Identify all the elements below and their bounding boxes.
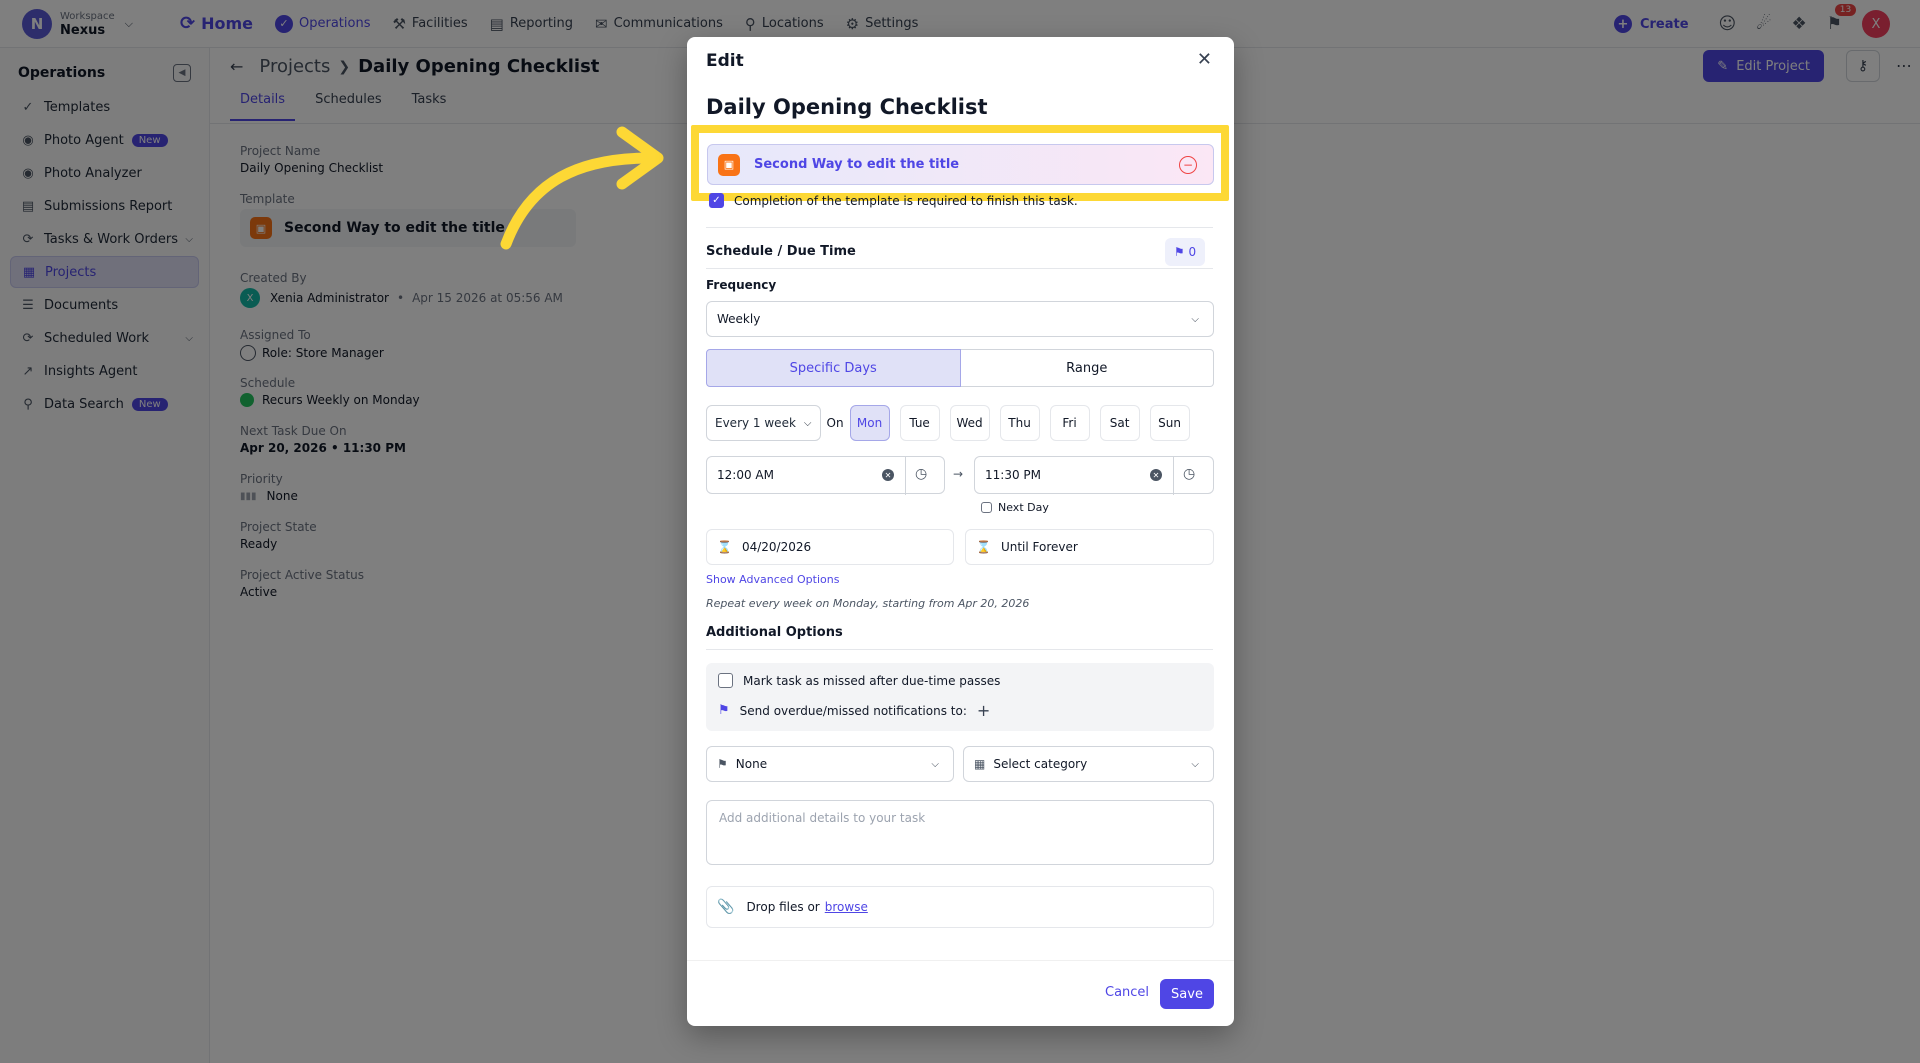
grid-icon: ▦: [974, 757, 986, 771]
paperclip-icon: 📎: [717, 899, 735, 915]
chevron-down-icon: ⌵: [931, 758, 939, 770]
every-week-select[interactable]: Every 1 week ⌵: [706, 405, 821, 441]
hourglass-icon: ⌛: [717, 540, 732, 554]
range-button[interactable]: Range: [960, 349, 1214, 387]
clear-icon[interactable]: ✕: [1150, 469, 1162, 481]
show-advanced-options-link[interactable]: Show Advanced Options: [706, 573, 839, 586]
end-time-input[interactable]: 11:30 PM ✕ ◷: [974, 456, 1214, 495]
flag-icon: ⚑: [717, 757, 728, 771]
day-mon[interactable]: Mon: [849, 405, 890, 441]
checkbox-checked-icon[interactable]: ✓: [709, 193, 724, 208]
close-icon[interactable]: ✕: [1197, 49, 1212, 70]
details-textarea[interactable]: Add additional details to your task: [706, 800, 1214, 865]
day-fri[interactable]: Fri: [1049, 405, 1090, 441]
start-time-input[interactable]: 12:00 AM ✕ ◷: [706, 456, 945, 495]
checkbox-icon[interactable]: [981, 502, 992, 513]
days-row: Every 1 week ⌵ On Mon Tue Wed Thu Fri Sat…: [706, 405, 1200, 441]
clear-icon[interactable]: ✕: [882, 469, 894, 481]
mark-missed-row[interactable]: Mark task as missed after due-time passe…: [718, 673, 1000, 688]
arrow-right-icon: →: [953, 467, 964, 481]
edit-modal: Edit ✕ Daily Opening Checklist ▣ Second …: [687, 37, 1234, 1026]
reminder-button[interactable]: ⚑ 0: [1165, 238, 1205, 266]
modal-title: Edit: [706, 51, 744, 71]
day-thu[interactable]: Thu: [999, 405, 1040, 441]
specific-days-button[interactable]: Specific Days: [706, 349, 961, 387]
end-date-input[interactable]: ⌛ Until Forever: [965, 529, 1214, 565]
repeat-summary: Repeat every week on Monday, starting fr…: [706, 597, 1030, 610]
file-dropzone[interactable]: 📎 Drop files or browse: [706, 886, 1214, 928]
browse-link[interactable]: browse: [825, 900, 868, 914]
frequency-select[interactable]: Weekly ⌵: [706, 301, 1214, 337]
chevron-down-icon: ⌵: [1191, 758, 1199, 770]
add-recipient-icon[interactable]: +: [977, 701, 990, 720]
start-date-input[interactable]: ⌛ 04/20/2026: [706, 529, 954, 565]
day-sun[interactable]: Sun: [1149, 405, 1190, 441]
schedule-section-title: Schedule / Due Time: [706, 244, 856, 259]
highlight-box: [691, 125, 1229, 201]
clock-icon[interactable]: ◷: [1183, 466, 1195, 482]
bell-icon: ⚑: [1173, 245, 1189, 259]
category-select[interactable]: ▦ Select category ⌵: [963, 746, 1214, 782]
schedule-mode-toggle: Specific Days Range: [706, 349, 1214, 387]
task-title[interactable]: Daily Opening Checklist: [706, 95, 988, 119]
save-button[interactable]: Save: [1160, 979, 1214, 1009]
priority-select[interactable]: ⚑ None ⌵: [706, 746, 954, 782]
day-tue[interactable]: Tue: [899, 405, 940, 441]
annotation-arrow-icon: [500, 126, 664, 250]
frequency-label: Frequency: [706, 278, 777, 292]
checkbox-icon[interactable]: [718, 673, 733, 688]
notify-row: ⚑ Send overdue/missed notifications to: …: [718, 701, 991, 720]
day-wed[interactable]: Wed: [949, 405, 990, 441]
hourglass-icon: ⌛: [976, 540, 991, 554]
chevron-down-icon: ⌵: [1191, 313, 1199, 325]
bell-ringing-icon: ⚑: [718, 703, 730, 718]
clock-icon[interactable]: ◷: [915, 466, 927, 482]
day-sat[interactable]: Sat: [1099, 405, 1140, 441]
additional-options-title: Additional Options: [706, 625, 843, 640]
completion-required-row[interactable]: ✓ Completion of the template is required…: [709, 193, 1078, 208]
next-day-checkbox[interactable]: Next Day: [981, 501, 1049, 514]
chevron-down-icon: ⌵: [803, 417, 812, 429]
additional-options-box: Mark task as missed after due-time passe…: [706, 663, 1214, 731]
cancel-button[interactable]: Cancel: [1105, 985, 1149, 1000]
